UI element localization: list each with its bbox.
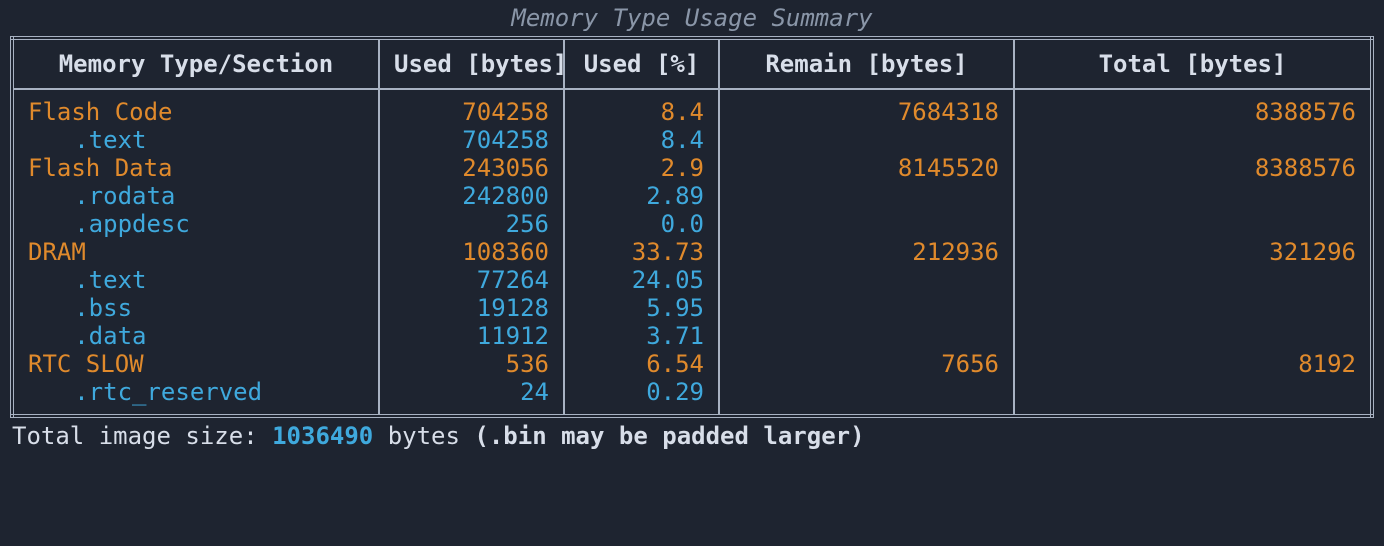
memory-table: Memory Type/Section Used [bytes] Used [%… xyxy=(10,36,1374,418)
row-used: 242800 xyxy=(379,182,564,210)
row-used: 536 xyxy=(379,350,564,378)
row-total xyxy=(1014,182,1372,210)
row-remain: 7656 xyxy=(719,350,1014,378)
table-row: .bss191285.95 xyxy=(12,294,1372,322)
row-pct: 2.89 xyxy=(564,182,719,210)
row-remain: 8145520 xyxy=(719,154,1014,182)
row-total xyxy=(1014,322,1372,350)
row-label: .appdesc xyxy=(12,210,379,238)
footer-note: (.bin may be padded larger) xyxy=(474,422,864,450)
table-row: .rtc_reserved240.29 xyxy=(12,378,1372,416)
row-pct: 3.71 xyxy=(564,322,719,350)
row-used: 108360 xyxy=(379,238,564,266)
row-pct: 33.73 xyxy=(564,238,719,266)
row-total xyxy=(1014,266,1372,294)
row-remain xyxy=(719,294,1014,322)
row-remain xyxy=(719,322,1014,350)
row-pct: 0.29 xyxy=(564,378,719,416)
col-header-section: Memory Type/Section xyxy=(12,38,379,89)
row-label: .text xyxy=(12,266,379,294)
row-label: .data xyxy=(12,322,379,350)
row-used: 24 xyxy=(379,378,564,416)
row-pct: 2.9 xyxy=(564,154,719,182)
table-row: Flash Data2430562.981455208388576 xyxy=(12,154,1372,182)
page-title: Memory Type Usage Summary xyxy=(10,4,1374,32)
col-header-pct: Used [%] xyxy=(564,38,719,89)
row-label: .rodata xyxy=(12,182,379,210)
row-remain xyxy=(719,266,1014,294)
row-used: 704258 xyxy=(379,89,564,126)
row-remain xyxy=(719,182,1014,210)
row-used: 19128 xyxy=(379,294,564,322)
row-pct: 0.0 xyxy=(564,210,719,238)
row-label: Flash Data xyxy=(12,154,379,182)
table-row: RTC SLOW5366.5476568192 xyxy=(12,350,1372,378)
row-label: .bss xyxy=(12,294,379,322)
row-remain: 212936 xyxy=(719,238,1014,266)
row-label: RTC SLOW xyxy=(12,350,379,378)
row-label: .rtc_reserved xyxy=(12,378,379,416)
row-label: DRAM xyxy=(12,238,379,266)
row-pct: 8.4 xyxy=(564,89,719,126)
table-row: .text7042588.4 xyxy=(12,126,1372,154)
footer-prefix: Total image size: xyxy=(12,422,272,450)
row-total xyxy=(1014,210,1372,238)
table-row: .appdesc2560.0 xyxy=(12,210,1372,238)
row-used: 256 xyxy=(379,210,564,238)
row-total: 321296 xyxy=(1014,238,1372,266)
row-remain xyxy=(719,378,1014,416)
row-used: 77264 xyxy=(379,266,564,294)
row-used: 243056 xyxy=(379,154,564,182)
row-pct: 6.54 xyxy=(564,350,719,378)
row-pct: 5.95 xyxy=(564,294,719,322)
row-pct: 24.05 xyxy=(564,266,719,294)
row-label: Flash Code xyxy=(12,89,379,126)
row-total xyxy=(1014,294,1372,322)
table-row: .text7726424.05 xyxy=(12,266,1372,294)
table-row: Flash Code7042588.476843188388576 xyxy=(12,89,1372,126)
table-row: .data119123.71 xyxy=(12,322,1372,350)
row-pct: 8.4 xyxy=(564,126,719,154)
row-remain: 7684318 xyxy=(719,89,1014,126)
table-row: DRAM10836033.73212936321296 xyxy=(12,238,1372,266)
footer-suffix: bytes xyxy=(373,422,474,450)
row-remain xyxy=(719,210,1014,238)
col-header-total: Total [bytes] xyxy=(1014,38,1372,89)
row-total: 8192 xyxy=(1014,350,1372,378)
row-total: 8388576 xyxy=(1014,89,1372,126)
table-row: .rodata2428002.89 xyxy=(12,182,1372,210)
col-header-remain: Remain [bytes] xyxy=(719,38,1014,89)
row-used: 704258 xyxy=(379,126,564,154)
row-label: .text xyxy=(12,126,379,154)
row-total: 8388576 xyxy=(1014,154,1372,182)
row-used: 11912 xyxy=(379,322,564,350)
col-header-used: Used [bytes] xyxy=(379,38,564,89)
row-remain xyxy=(719,126,1014,154)
footer-value: 1036490 xyxy=(272,422,373,450)
image-size-footer: Total image size: 1036490 bytes (.bin ma… xyxy=(10,422,1374,450)
row-total xyxy=(1014,126,1372,154)
table-header-row: Memory Type/Section Used [bytes] Used [%… xyxy=(12,38,1372,89)
row-total xyxy=(1014,378,1372,416)
